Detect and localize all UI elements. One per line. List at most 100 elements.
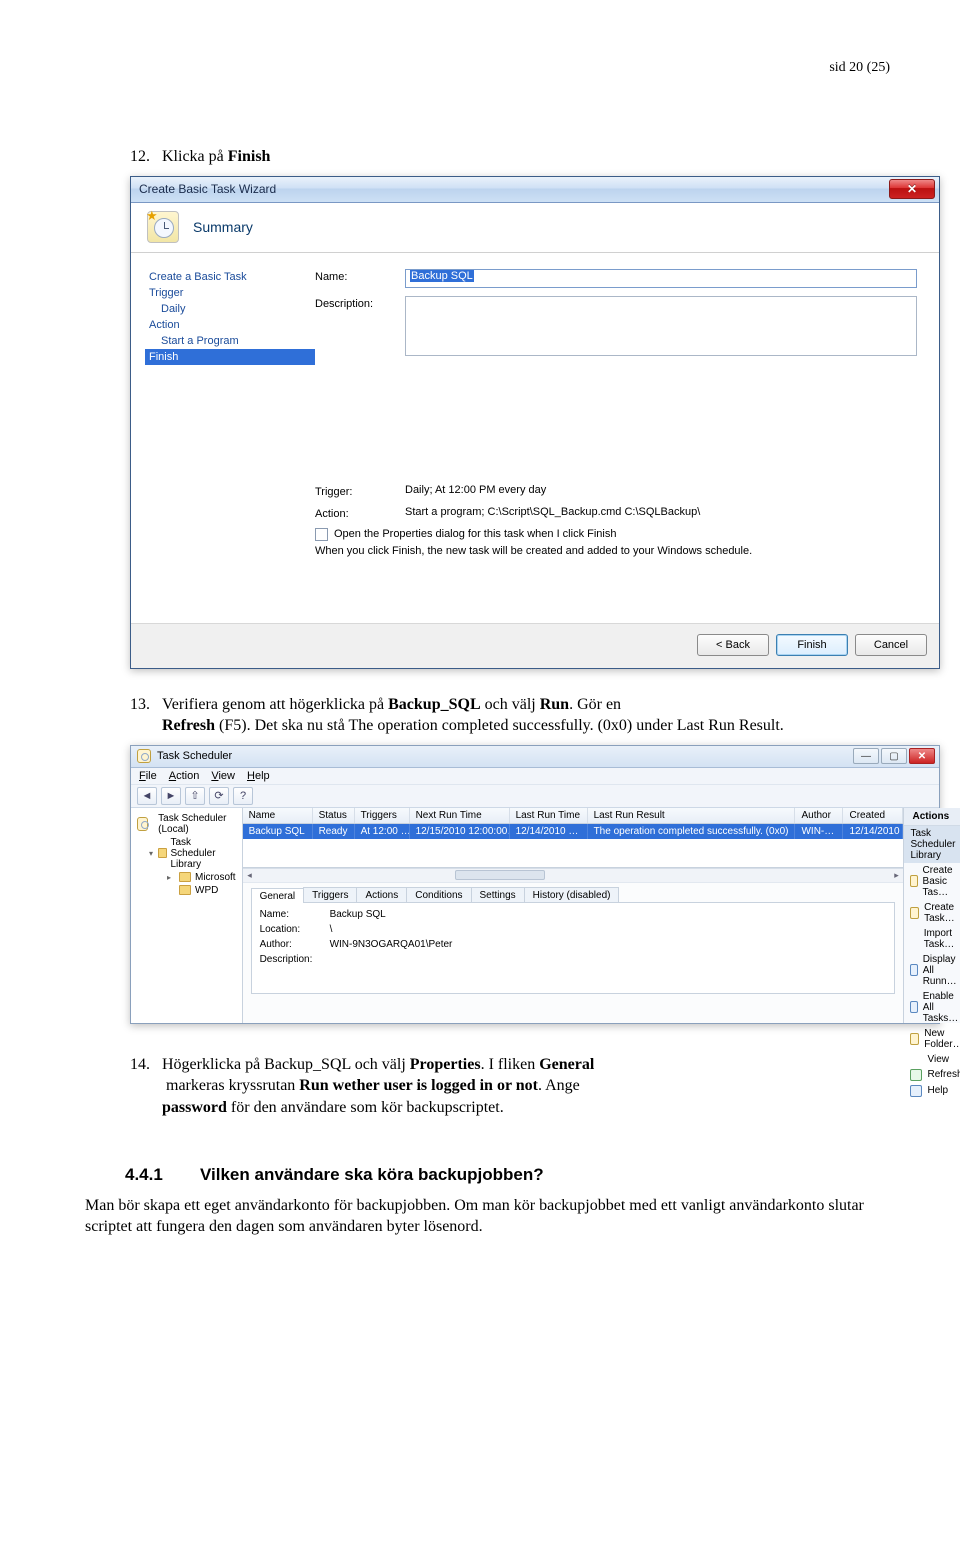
menu-action[interactable]: Action xyxy=(169,770,200,782)
col-lastres[interactable]: Last Run Result xyxy=(588,808,796,823)
action-create-task[interactable]: Create Task… xyxy=(904,900,960,926)
cancel-button[interactable]: Cancel xyxy=(855,634,927,656)
wizard-heading: Summary xyxy=(193,219,253,235)
refresh-icon xyxy=(910,1069,922,1081)
finish-button[interactable]: Finish xyxy=(776,634,848,656)
nav-start[interactable]: Start a Program xyxy=(145,333,315,349)
detail-location-label: Location: xyxy=(260,924,330,935)
col-status[interactable]: Status xyxy=(313,808,355,823)
folder-icon xyxy=(179,885,191,895)
col-author[interactable]: Author xyxy=(795,808,843,823)
tree-library[interactable]: ▾Task Scheduler Library xyxy=(147,836,238,871)
col-triggers[interactable]: Triggers xyxy=(355,808,410,823)
scroll-left-icon: ◂ xyxy=(243,870,257,881)
actions-subheading: Task Scheduler Library ▴ xyxy=(904,826,960,863)
step-14: 14.Högerklicka på Backup_SQL och välj Pr… xyxy=(130,1054,890,1119)
task-row[interactable]: Backup SQL Ready At 12:00 … 12/15/2010 1… xyxy=(243,824,904,839)
tree-panel: Task Scheduler (Local) ▾Task Scheduler L… xyxy=(131,808,243,1023)
detail-description-label: Description: xyxy=(260,954,330,965)
tab-actions[interactable]: Actions xyxy=(356,887,407,902)
action-view[interactable]: View▸ xyxy=(904,1052,960,1067)
nav-finish[interactable]: Finish xyxy=(145,349,315,365)
wizard-note: When you click Finish, the new task will… xyxy=(315,545,917,557)
close-button[interactable]: ✕ xyxy=(889,179,935,199)
detail-author-value: WIN-9N3OGARQA01\Peter xyxy=(330,939,453,950)
actions-panel: Actions Task Scheduler Library ▴ Create … xyxy=(903,808,960,1023)
menu-view[interactable]: View xyxy=(211,770,235,782)
maximize-button[interactable]: ▢ xyxy=(881,748,907,764)
tab-body: Name:Backup SQL Location:\ Author:WIN-9N… xyxy=(251,902,896,994)
task-scheduler-window: Task Scheduler — ▢ ✕ File Action View He… xyxy=(130,745,940,1024)
tab-history[interactable]: History (disabled) xyxy=(524,887,620,902)
col-next[interactable]: Next Run Time xyxy=(410,808,510,823)
detail-author-label: Author: xyxy=(260,939,330,950)
tree-root[interactable]: Task Scheduler (Local) xyxy=(135,812,238,836)
back-icon[interactable]: ◄ xyxy=(137,787,157,805)
wizard-titlebar[interactable]: Create Basic Task Wizard ✕ xyxy=(131,177,939,203)
action-value: Start a program; C:\Script\SQL_Backup.cm… xyxy=(405,506,700,518)
action-import[interactable]: Import Task… xyxy=(904,926,960,952)
toolbar: ◄ ► ⇧ ⟳ ? xyxy=(131,784,939,808)
col-created[interactable]: Created xyxy=(843,808,903,823)
scheduler-icon xyxy=(137,749,151,763)
detail-name-label: Name: xyxy=(260,909,330,920)
expand-icon: ▾ xyxy=(149,849,154,858)
tab-settings[interactable]: Settings xyxy=(471,887,525,902)
ts-titlebar[interactable]: Task Scheduler — ▢ ✕ xyxy=(131,746,939,768)
action-help[interactable]: Help xyxy=(904,1083,960,1099)
nav-action[interactable]: Action xyxy=(145,317,315,333)
open-properties-checkbox[interactable]: Open the Properties dialog for this task… xyxy=(315,528,917,541)
scroll-thumb[interactable] xyxy=(455,870,545,880)
close-button[interactable]: ✕ xyxy=(909,748,935,764)
menubar: File Action View Help xyxy=(131,768,939,784)
task-icon xyxy=(910,907,919,919)
scroll-right-icon: ▸ xyxy=(889,870,903,881)
wizard-nav: Create a Basic Task Trigger Daily Action… xyxy=(145,265,315,623)
tab-conditions[interactable]: Conditions xyxy=(406,887,471,902)
action-new-folder[interactable]: New Folder… xyxy=(904,1026,960,1052)
detail-name-value: Backup SQL xyxy=(330,909,386,920)
tab-general[interactable]: General xyxy=(251,888,305,903)
help-icon[interactable]: ? xyxy=(233,787,253,805)
tree-wpd[interactable]: WPD xyxy=(165,884,238,897)
name-input[interactable]: Backup SQL xyxy=(405,269,917,288)
menu-file[interactable]: File xyxy=(139,770,157,782)
col-name[interactable]: Name xyxy=(243,808,313,823)
page-number: sid 20 (25) xyxy=(85,60,890,76)
close-icon: ✕ xyxy=(907,182,917,196)
back-button[interactable]: < Back xyxy=(697,634,769,656)
menu-help[interactable]: Help xyxy=(247,770,270,782)
tab-triggers[interactable]: Triggers xyxy=(303,887,357,902)
wizard-window-title: Create Basic Task Wizard xyxy=(139,182,276,196)
nav-trigger[interactable]: Trigger xyxy=(145,285,315,301)
section-heading: 4.4.1Vilken användare ska köra backupjob… xyxy=(125,1164,890,1187)
checkbox-icon xyxy=(315,528,328,541)
forward-icon[interactable]: ► xyxy=(161,787,181,805)
tree-microsoft[interactable]: ▸Microsoft xyxy=(165,871,238,884)
folder-icon xyxy=(910,1033,919,1045)
description-label: Description: xyxy=(315,296,405,310)
minimize-button[interactable]: — xyxy=(853,748,879,764)
nav-daily[interactable]: Daily xyxy=(145,301,315,317)
action-create-basic[interactable]: Create Basic Tas… xyxy=(904,863,960,900)
nav-create[interactable]: Create a Basic Task xyxy=(145,269,315,285)
action-label: Action: xyxy=(315,506,405,520)
step-12: 12.Klicka på Finish xyxy=(130,146,890,168)
trigger-value: Daily; At 12:00 PM every day xyxy=(405,484,546,496)
action-enable-all[interactable]: Enable All Tasks… xyxy=(904,989,960,1026)
list-icon xyxy=(910,964,917,976)
action-display-running[interactable]: Display All Runn… xyxy=(904,952,960,989)
action-refresh[interactable]: Refresh xyxy=(904,1067,960,1083)
detail-location-value: \ xyxy=(330,924,333,935)
enable-icon xyxy=(910,1001,917,1013)
section-body: Man bör skapa ett eget användarkonto för… xyxy=(85,1195,890,1238)
task-grid: Name Status Triggers Next Run Time Last … xyxy=(243,808,904,868)
folder-icon xyxy=(158,848,166,858)
col-lastrun[interactable]: Last Run Time xyxy=(510,808,588,823)
horizontal-scrollbar[interactable]: ◂ ▸ xyxy=(243,868,904,882)
description-input[interactable] xyxy=(405,296,917,356)
up-icon[interactable]: ⇧ xyxy=(185,787,205,805)
trigger-label: Trigger: xyxy=(315,484,405,498)
task-icon xyxy=(910,875,917,887)
refresh-icon[interactable]: ⟳ xyxy=(209,787,229,805)
